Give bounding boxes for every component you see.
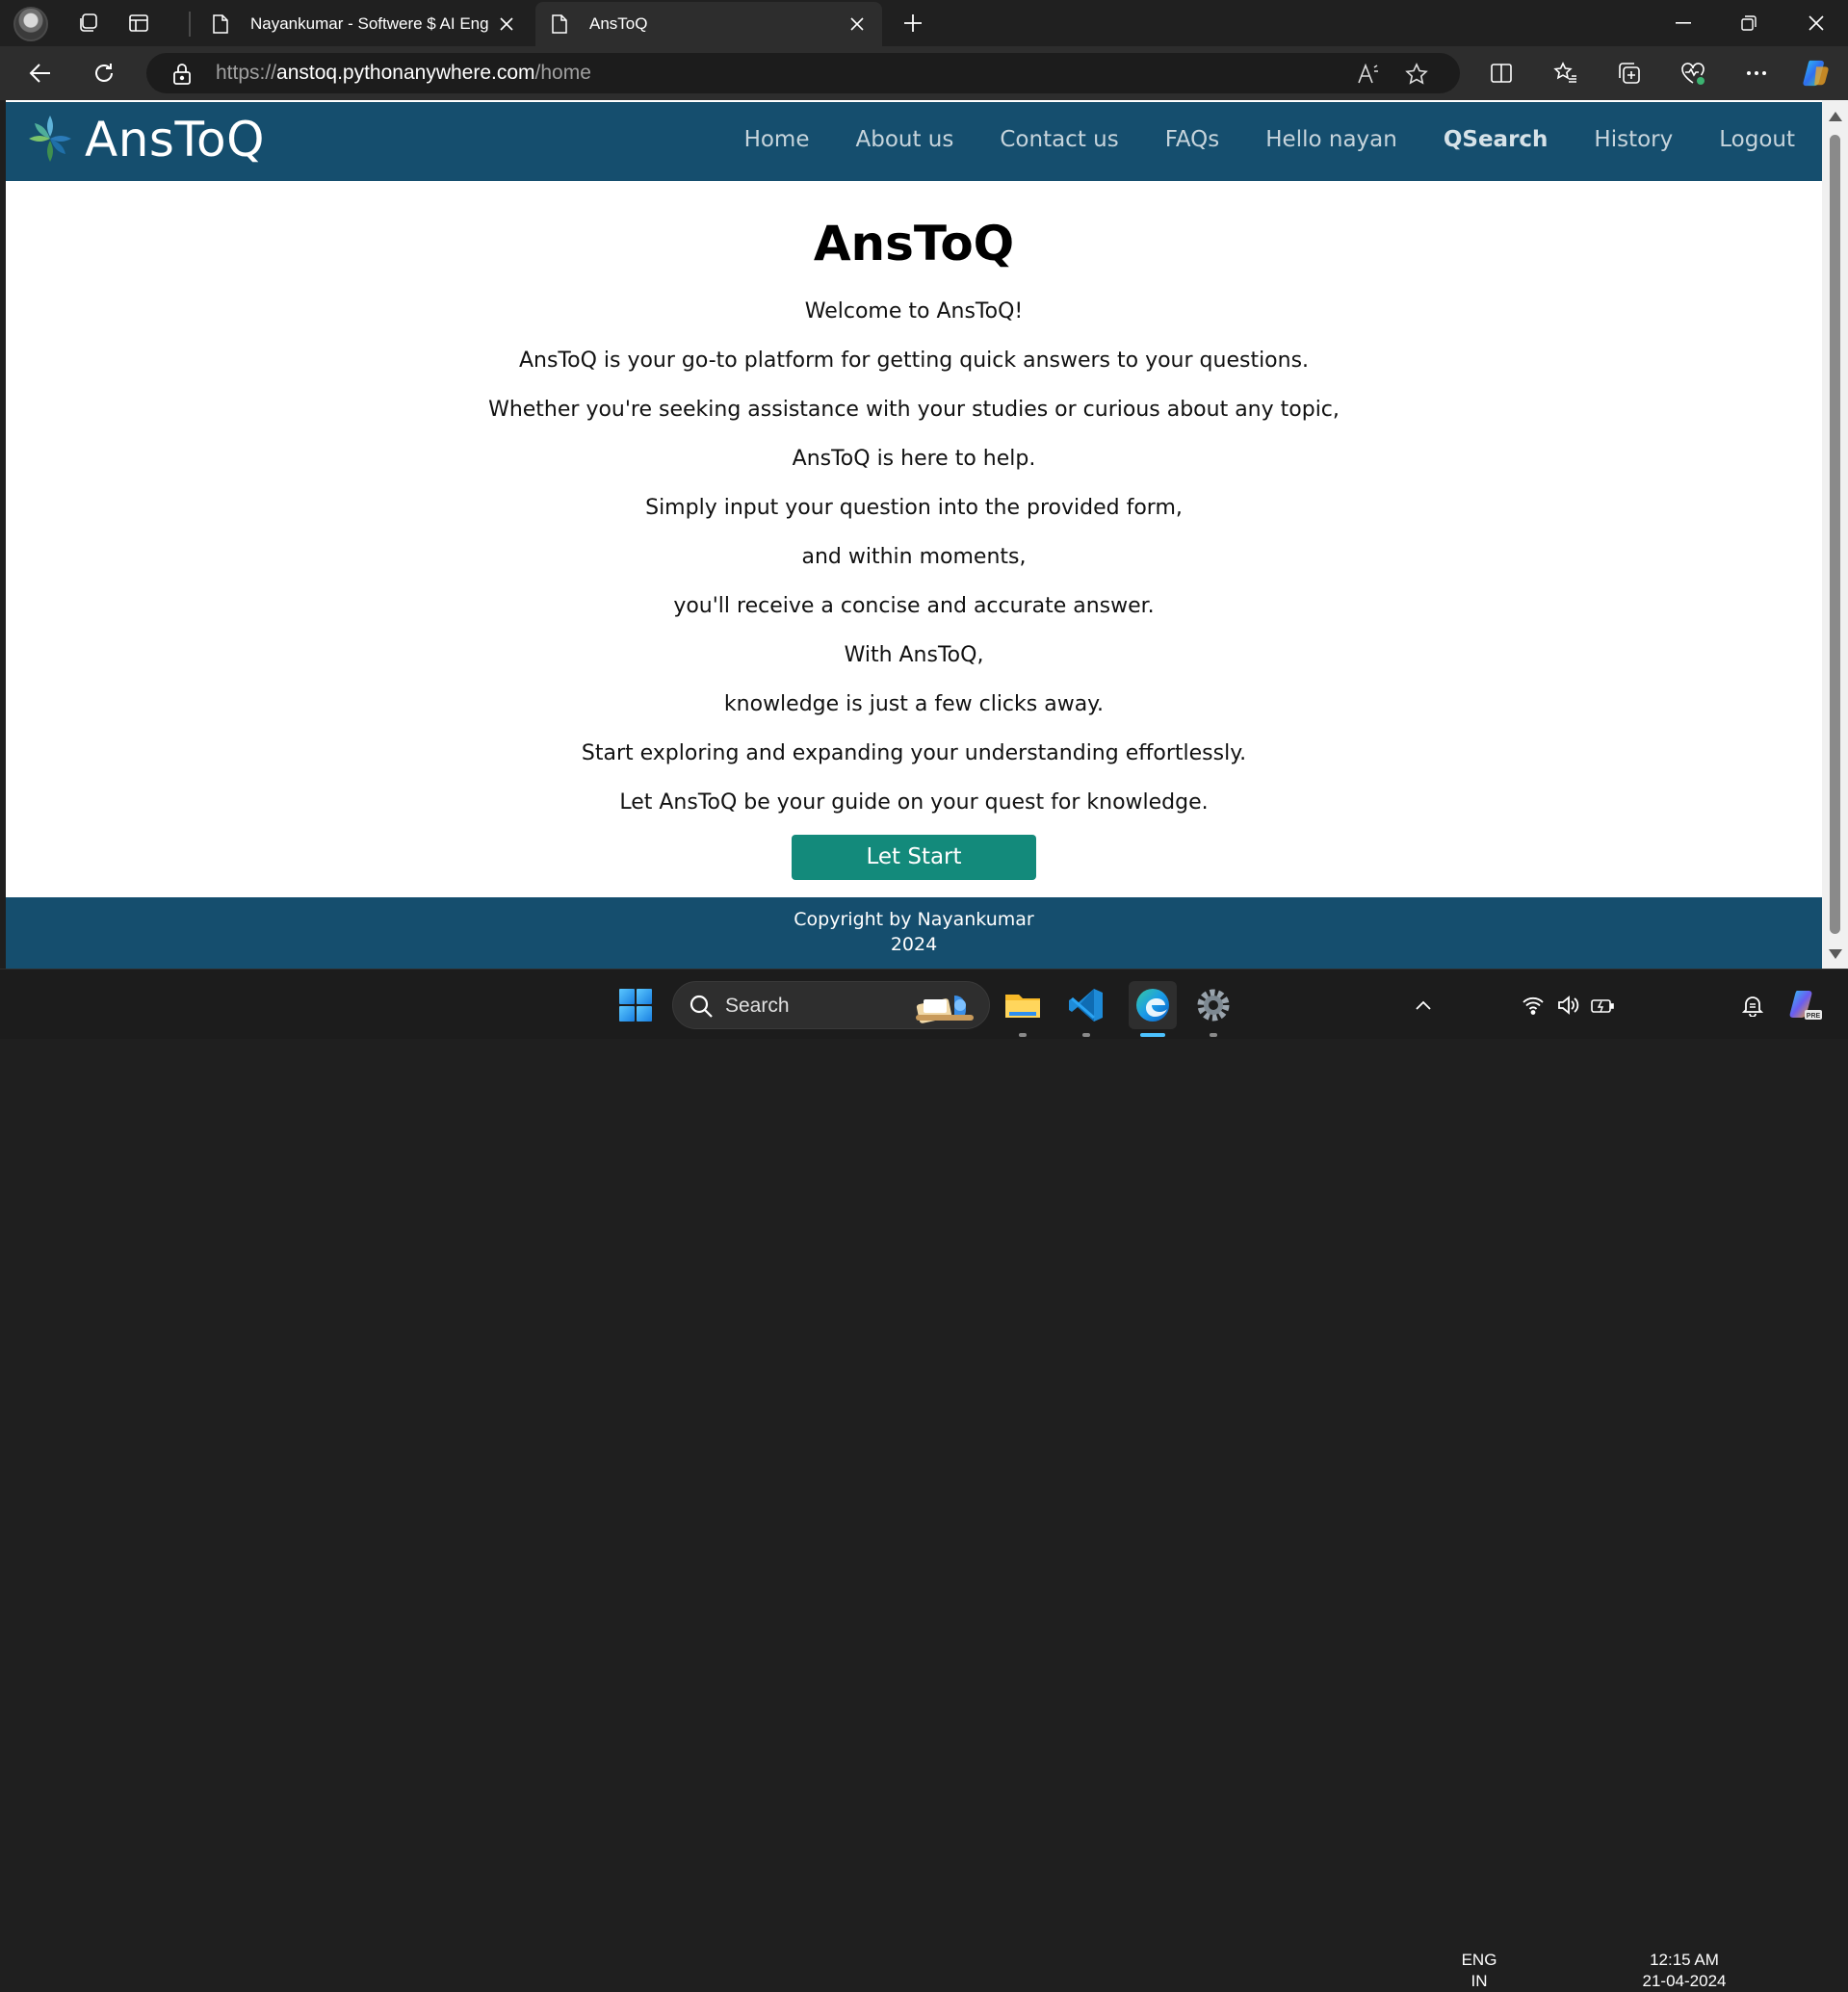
clock[interactable]: 12:15 AM 21-04-2024: [1631, 1950, 1737, 1992]
tab-title: Nayankumar - Softwere $ AI Eng: [250, 14, 489, 33]
url-host: anstoq.pythonanywhere.com: [276, 62, 535, 84]
settings-gear-icon[interactable]: [1192, 984, 1235, 1026]
language-code: ENG: [1461, 1951, 1497, 1969]
nav-history[interactable]: History: [1594, 127, 1673, 152]
welcome-text: Welcome to AnsToQ!: [804, 299, 1024, 323]
scroll-down-icon[interactable]: [1829, 949, 1842, 959]
tab-anstoq[interactable]: AnsToQ: [535, 2, 882, 46]
workspaces-icon[interactable]: [75, 10, 102, 37]
url-scheme: https://: [216, 62, 277, 84]
copyright-text: Copyright by Nayankumar: [794, 909, 1034, 930]
copilot-icon[interactable]: [1801, 58, 1832, 89]
page-icon: [551, 13, 572, 35]
nav-qsearch[interactable]: QSearch: [1444, 127, 1549, 152]
favorite-star-icon[interactable]: [1404, 62, 1429, 87]
main-content: AnsToQ Welcome to AnsToQ! AnsToQ is your…: [6, 216, 1822, 880]
nav-hello-user[interactable]: Hello nayan: [1265, 127, 1397, 152]
close-window-icon[interactable]: [1797, 8, 1835, 39]
windows-taskbar: Search ENG IN 12:15 AM 21-04-2024 PRE: [0, 969, 1848, 1990]
minimize-icon[interactable]: [1664, 8, 1703, 39]
vertical-tabs-icon[interactable]: [125, 10, 152, 37]
running-indicator: [1210, 1033, 1217, 1037]
page-viewport: AnsToQ Home About us Contact us FAQs Hel…: [6, 100, 1822, 969]
let-start-button[interactable]: Let Start: [792, 835, 1036, 880]
windows-start-icon[interactable]: [614, 984, 657, 1026]
back-icon[interactable]: [25, 58, 56, 89]
tab-title: AnsToQ: [589, 14, 648, 33]
page-icon: [212, 13, 233, 35]
search-icon: [689, 994, 714, 1019]
clock-time: 12:15 AM: [1650, 1951, 1719, 1969]
browser-toolbar: https://anstoq.pythonanywhere.com/home: [0, 46, 1848, 100]
titlebar-separator: [189, 12, 191, 37]
copyright-year: 2024: [890, 934, 938, 955]
svg-text:PRE: PRE: [1807, 1013, 1821, 1020]
url-text[interactable]: https://anstoq.pythonanywhere.com/home: [216, 62, 591, 85]
intro-text: AnsToQ is your go-to platform for gettin…: [518, 349, 1310, 373]
intro-text: AnsToQ is here to help.: [792, 447, 1036, 471]
running-indicator: [1082, 1033, 1090, 1037]
browser-essentials-icon[interactable]: [1678, 58, 1708, 89]
favorites-icon[interactable]: [1550, 58, 1581, 89]
file-explorer-icon[interactable]: [1002, 984, 1044, 1026]
brand-logo-icon[interactable]: [27, 114, 73, 164]
edge-icon[interactable]: [1129, 981, 1177, 1029]
search-highlight-icon: [912, 988, 979, 1024]
browser-titlebar: Nayankumar - Softwere $ AI Eng AnsToQ: [0, 0, 1848, 46]
language-indicator[interactable]: ENG IN: [1452, 1950, 1506, 1992]
close-tab-icon[interactable]: [847, 14, 867, 34]
clock-date: 21-04-2024: [1642, 1972, 1727, 1990]
running-indicator: [1019, 1033, 1027, 1037]
intro-text: knowledge is just a few clicks away.: [723, 692, 1105, 716]
scroll-up-icon[interactable]: [1829, 112, 1842, 121]
battery-icon[interactable]: [1583, 984, 1622, 1026]
new-tab-icon[interactable]: [899, 10, 926, 37]
intro-text: With AnsToQ,: [844, 643, 984, 667]
nav-home[interactable]: Home: [744, 127, 810, 152]
intro-text: Let AnsToQ be your guide on your quest f…: [619, 790, 1209, 815]
volume-icon[interactable]: [1549, 984, 1587, 1026]
reload-icon[interactable]: [89, 58, 119, 89]
nav-links: Home About us Contact us FAQs Hello naya…: [698, 127, 1795, 152]
site-navbar: AnsToQ Home About us Contact us FAQs Hel…: [6, 102, 1822, 181]
nav-about-us[interactable]: About us: [855, 127, 953, 152]
intro-text: Start exploring and expanding your under…: [581, 741, 1247, 765]
nav-contact-us[interactable]: Contact us: [1000, 127, 1118, 152]
show-hidden-icons-chevron-icon[interactable]: [1402, 984, 1445, 1026]
intro-text: you'll receive a concise and accurate an…: [673, 594, 1155, 618]
taskbar-search[interactable]: Search: [672, 981, 990, 1029]
intro-text: Simply input your question into the prov…: [645, 496, 1183, 520]
nav-logout[interactable]: Logout: [1719, 127, 1795, 152]
tab-nayankumar[interactable]: Nayankumar - Softwere $ AI Eng: [196, 2, 532, 46]
page-scrollbar[interactable]: [1822, 100, 1848, 969]
brand-name[interactable]: AnsToQ: [85, 112, 265, 168]
intro-text: Whether you're seeking assistance with y…: [488, 398, 1340, 422]
vscode-icon[interactable]: [1065, 984, 1107, 1026]
lock-icon[interactable]: [171, 63, 193, 85]
address-bar[interactable]: https://anstoq.pythonanywhere.com/home: [146, 53, 1460, 93]
site-footer: Copyright by Nayankumar 2024: [6, 897, 1822, 969]
language-region: IN: [1471, 1972, 1488, 1990]
active-indicator: [1140, 1033, 1165, 1037]
scrollbar-thumb[interactable]: [1830, 135, 1840, 934]
read-aloud-icon[interactable]: [1356, 62, 1381, 87]
copilot-taskbar-icon[interactable]: PRE: [1783, 984, 1826, 1026]
split-screen-icon[interactable]: [1486, 58, 1517, 89]
intro-text: and within moments,: [801, 545, 1027, 569]
url-path: /home: [534, 62, 591, 84]
search-label: Search: [725, 995, 790, 1017]
notification-bell-icon[interactable]: [1733, 984, 1772, 1026]
page-title: AnsToQ: [813, 216, 1015, 272]
more-options-icon[interactable]: [1741, 58, 1772, 89]
collections-icon[interactable]: [1614, 58, 1645, 89]
restore-icon[interactable]: [1730, 8, 1768, 39]
close-tab-icon[interactable]: [497, 14, 516, 34]
wifi-icon[interactable]: [1514, 984, 1552, 1026]
nav-faqs[interactable]: FAQs: [1165, 127, 1220, 152]
profile-avatar[interactable]: [13, 7, 48, 41]
